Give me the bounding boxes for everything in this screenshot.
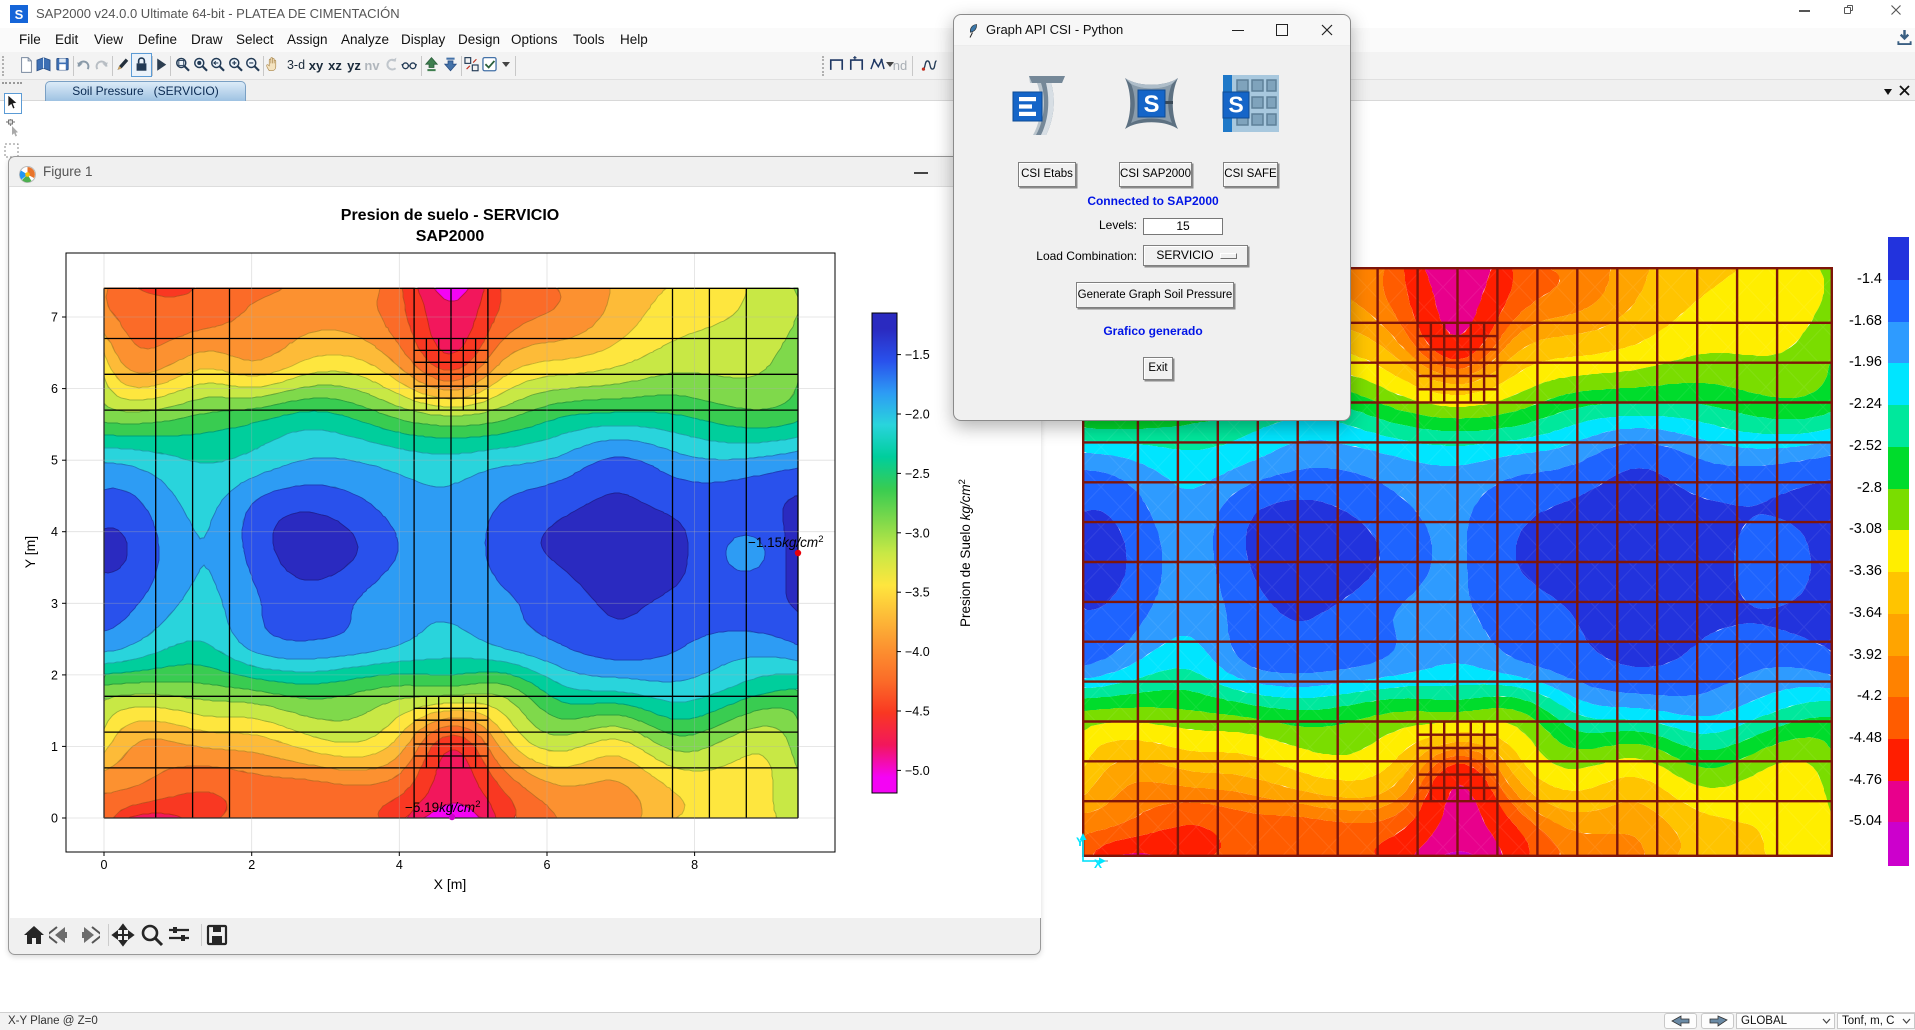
svg-text:4: 4: [396, 858, 403, 872]
svg-text:8: 8: [691, 858, 698, 872]
svg-text:Y: Y: [1076, 835, 1084, 849]
svg-text:X: X: [1094, 857, 1102, 868]
svg-text:S: S: [1143, 91, 1159, 118]
svg-text:−5.0: −5.0: [905, 764, 930, 778]
svg-text:Y [m]: Y [m]: [22, 536, 38, 568]
svg-text:S: S: [15, 7, 24, 22]
svg-text:3: 3: [51, 597, 58, 611]
svg-text:−2.0: −2.0: [905, 408, 930, 422]
svg-text:−1.5: −1.5: [905, 348, 930, 362]
svg-text:S: S: [1228, 92, 1243, 118]
svg-text:X [m]: X [m]: [434, 876, 467, 892]
svg-text:2: 2: [51, 668, 58, 682]
svg-text:Presion de Suelo kg/cm2: Presion de Suelo kg/cm2: [957, 479, 973, 627]
svg-text:7: 7: [51, 311, 58, 325]
svg-text:0: 0: [51, 812, 58, 826]
svg-text:6: 6: [51, 382, 58, 396]
svg-text:−3.0: −3.0: [905, 526, 930, 540]
svg-text:1: 1: [51, 740, 58, 754]
svg-text:Presion de suelo - SERVICIO: Presion de suelo - SERVICIO: [341, 207, 559, 224]
svg-text:−2.5: −2.5: [905, 467, 930, 481]
svg-text:−5.19kg/cm2: −5.19kg/cm2: [405, 799, 480, 815]
svg-text:−1.15kg/cm2: −1.15kg/cm2: [748, 534, 823, 550]
svg-text:0: 0: [101, 858, 108, 872]
svg-text:−4.0: −4.0: [905, 645, 930, 659]
svg-text:5: 5: [51, 454, 58, 468]
svg-text:−3.5: −3.5: [905, 586, 930, 600]
svg-text:4: 4: [51, 525, 58, 539]
svg-text:SAP2000: SAP2000: [416, 228, 485, 245]
svg-text:−4.5: −4.5: [905, 705, 930, 719]
svg-text:6: 6: [544, 858, 551, 872]
svg-text:2: 2: [248, 858, 255, 872]
